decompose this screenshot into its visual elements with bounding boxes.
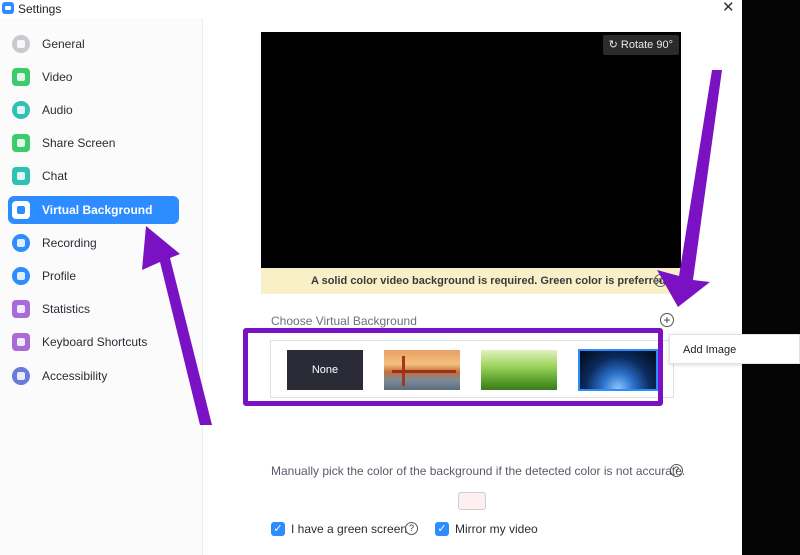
sidebar-item-accessibility[interactable]: Accessibility <box>8 362 179 390</box>
sidebar-item-label: Statistics <box>42 302 91 316</box>
mirror-video-label: Mirror my video <box>455 522 538 536</box>
sidebar-item-profile[interactable]: Profile <box>8 262 179 290</box>
add-image-menu-item[interactable]: Add Image <box>683 344 736 356</box>
background-color-swatch[interactable] <box>458 492 486 510</box>
green-screen-label: I have a green screen <box>291 522 408 536</box>
sidebar-item-chat[interactable]: Chat <box>8 162 179 190</box>
settings-window: Settings ✕ General Video Audio Share Scr… <box>0 0 800 555</box>
video-camera-icon <box>12 68 30 86</box>
statistics-icon <box>12 300 30 318</box>
sidebar-item-label: Keyboard Shortcuts <box>42 335 148 349</box>
sidebar-item-share-screen[interactable]: Share Screen <box>8 129 179 157</box>
sidebar-item-label: Share Screen <box>42 136 116 150</box>
warning-text: A solid color video background is requir… <box>311 275 669 287</box>
sidebar-item-statistics[interactable]: Statistics <box>8 295 179 323</box>
sidebar-item-label: Video <box>42 70 73 84</box>
window-title: Settings <box>18 2 62 16</box>
sidebar-item-keyboard-shortcuts[interactable]: Keyboard Shortcuts <box>8 328 179 356</box>
sidebar-item-virtual-background[interactable]: Virtual Background <box>8 196 179 224</box>
sidebar-item-general[interactable]: General <box>8 30 179 58</box>
sidebar-item-recording[interactable]: Recording <box>8 229 179 257</box>
sidebar-item-audio[interactable]: Audio <box>8 96 179 124</box>
title-bar: Settings ✕ <box>0 0 742 18</box>
warning-banner: A solid color video background is requir… <box>261 268 681 294</box>
manual-color-text: Manually pick the color of the backgroun… <box>271 464 686 478</box>
mirror-video-checkbox[interactable]: ✓ Mirror my video <box>435 521 545 537</box>
headphones-icon <box>12 101 30 119</box>
settings-sidebar: General Video Audio Share Screen Chat Vi… <box>0 18 203 555</box>
accessibility-icon <box>12 367 30 385</box>
virtual-background-icon <box>12 201 30 219</box>
sidebar-item-label: Recording <box>42 236 97 250</box>
sidebar-item-label: General <box>42 37 85 51</box>
sidebar-item-label: Chat <box>42 169 68 183</box>
background-window-edge <box>742 0 800 555</box>
share-screen-icon <box>12 134 30 152</box>
add-image-icon[interactable]: + <box>660 313 674 327</box>
checkbox-checked-icon: ✓ <box>271 522 285 536</box>
choose-background-label: Choose Virtual Background <box>271 314 417 328</box>
rotate-label: Rotate 90° <box>620 39 673 51</box>
add-image-menu[interactable]: Add Image <box>669 334 800 364</box>
rotate-button[interactable]: ↻ Rotate 90° <box>602 35 679 55</box>
video-preview: ↻ Rotate 90° A solid color video backgrou… <box>261 32 681 294</box>
keyboard-icon <box>12 333 30 351</box>
help-icon[interactable]: ? <box>670 464 683 477</box>
sidebar-item-label: Profile <box>42 269 77 283</box>
zoom-app-icon <box>2 2 14 14</box>
sidebar-item-video[interactable]: Video <box>8 63 179 91</box>
close-icon[interactable]: ✕ <box>722 0 735 16</box>
green-screen-help-icon[interactable]: ? <box>405 522 418 535</box>
sidebar-item-label: Accessibility <box>42 369 108 383</box>
green-screen-checkbox[interactable]: ✓ I have a green screen <box>271 521 407 537</box>
sidebar-item-label: Virtual Background <box>42 203 153 217</box>
chat-bubble-icon <box>12 167 30 185</box>
annotation-highlight-box <box>243 328 663 406</box>
sidebar-item-label: Audio <box>42 103 73 117</box>
rotate-icon: ↻ <box>608 39 618 51</box>
checkbox-checked-icon: ✓ <box>435 522 449 536</box>
gear-icon <box>12 35 30 53</box>
close-warning-icon[interactable]: × <box>654 274 667 287</box>
recording-icon <box>12 234 30 252</box>
profile-icon <box>12 267 30 285</box>
